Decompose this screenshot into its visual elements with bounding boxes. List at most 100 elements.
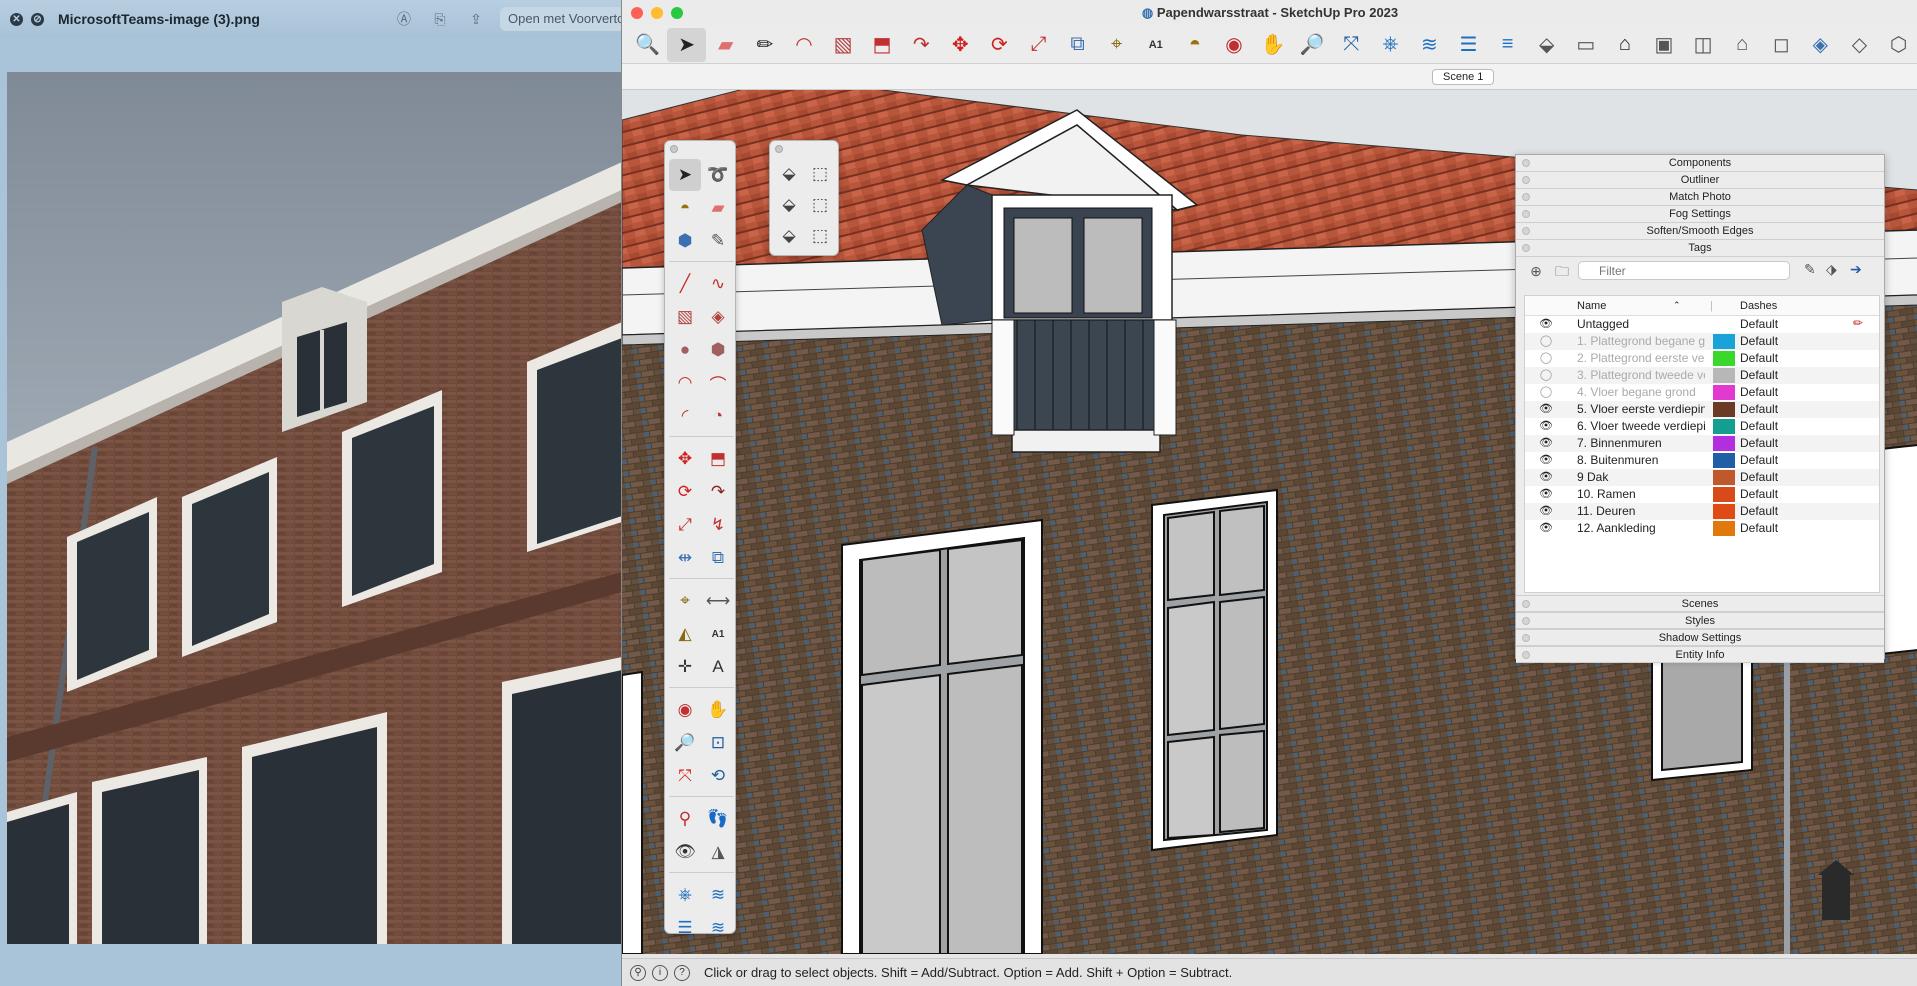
rotated-rect-icon[interactable]: ◈ <box>702 301 734 333</box>
tag-dashes[interactable]: Default <box>1740 521 1778 535</box>
layout-icon[interactable]: ☰ <box>1449 28 1488 62</box>
tags-filter-input[interactable] <box>1578 261 1790 280</box>
dashes-column-header[interactable]: Dashes <box>1740 300 1777 312</box>
back-view-icon[interactable]: ⌂ <box>1723 28 1762 62</box>
orbit-icon[interactable]: ◉ <box>669 694 701 726</box>
zoom-window-button[interactable] <box>671 7 683 19</box>
eye-hidden-icon[interactable]: ◯ <box>1539 352 1553 364</box>
tape-measure-icon[interactable]: ⌖ <box>1097 28 1136 62</box>
search-icon[interactable]: 🔍 <box>628 28 667 62</box>
back-edges-icon[interactable]: ◇ <box>1840 28 1879 62</box>
pan-icon[interactable]: ✋ <box>702 694 734 726</box>
push-pull-icon[interactable]: ⬒ <box>863 28 902 62</box>
zoom-extents-icon[interactable]: ⤧ <box>1332 28 1371 62</box>
circle-icon[interactable]: ● <box>669 334 701 366</box>
eraser-icon[interactable]: ▰ <box>702 192 734 224</box>
palette-close-icon[interactable] <box>670 145 678 153</box>
panel-collapse-icon[interactable] <box>1522 600 1530 608</box>
eye-hidden-icon[interactable]: ◯ <box>1539 386 1553 398</box>
tray-panel-components[interactable]: Components <box>1516 155 1884 172</box>
tag-name[interactable]: 3. Plattegrond tweede verdieping <box>1577 368 1705 382</box>
layout-icon[interactable]: ☰ <box>669 912 701 944</box>
tag-name[interactable]: 8. Buitenmuren <box>1577 453 1705 467</box>
info-icon[interactable]: i <box>652 964 668 981</box>
tag-dashes[interactable]: Default <box>1740 368 1778 382</box>
top-view-icon[interactable]: ⬚ <box>805 159 835 189</box>
close-icon[interactable]: ✕ <box>10 12 23 26</box>
wireframe-icon[interactable]: ⬡ <box>1879 28 1917 62</box>
open-with-preview-button[interactable]: Open met Voorvertoning <box>500 7 630 31</box>
tag-color-swatch[interactable] <box>1713 436 1735 451</box>
sort-chevron-icon[interactable]: ⌃ <box>1673 300 1681 311</box>
front-view-icon[interactable]: ⬙ <box>774 190 804 220</box>
name-column-header[interactable]: Name <box>1577 300 1606 312</box>
extension-icon[interactable]: ≋ <box>1410 28 1449 62</box>
eye-open-icon[interactable]: 👁 <box>1539 505 1553 517</box>
palette-close-icon[interactable] <box>775 145 783 153</box>
tag-row[interactable]: 👁 8. Buitenmuren Default <box>1525 452 1879 469</box>
tag-name[interactable]: 12. Aankleding <box>1577 521 1705 535</box>
panel-collapse-icon[interactable] <box>1522 210 1530 218</box>
eye-open-icon[interactable]: 👁 <box>1539 318 1553 330</box>
panel-collapse-icon[interactable] <box>1522 227 1530 235</box>
tag-dashes[interactable]: Default <box>1740 385 1778 399</box>
iso-view-icon[interactable]: ⬙ <box>1527 28 1566 62</box>
tag-color-swatch[interactable] <box>1713 334 1735 349</box>
tag-color-swatch[interactable] <box>1713 402 1735 417</box>
pencil-icon[interactable]: ✏ <box>745 28 784 62</box>
home-icon[interactable]: ⌂ <box>1605 28 1644 62</box>
tag-dashes[interactable]: Default <box>1740 453 1778 467</box>
tag-color-swatch[interactable] <box>1713 470 1735 485</box>
minimize-icon[interactable]: ⊘ <box>31 12 44 26</box>
eye-open-icon[interactable]: 👁 <box>1539 488 1553 500</box>
eye-hidden-icon[interactable]: ◯ <box>1539 369 1553 381</box>
section-plane-icon[interactable]: ◮ <box>702 836 734 868</box>
paint-bucket-icon[interactable]: ◓ <box>1175 28 1214 62</box>
tag-row[interactable]: 👁 6. Vloer tweede verdieping Default <box>1525 418 1879 435</box>
tag-row[interactable]: 👁 11. Deuren Default <box>1525 503 1879 520</box>
tag-name[interactable]: 7. Binnenmuren <box>1577 436 1705 450</box>
tag-dashes[interactable]: Default <box>1740 436 1778 450</box>
axes-icon[interactable]: ✛ <box>669 651 701 683</box>
paint-bucket-icon[interactable]: ◓ <box>669 192 701 224</box>
push-pull-icon[interactable]: ⬒ <box>702 443 734 475</box>
scene-tab[interactable]: Scene 1 <box>1432 69 1495 85</box>
right-view-icon[interactable]: ⬚ <box>805 190 835 220</box>
tag-name[interactable]: 6. Vloer tweede verdieping <box>1577 419 1705 433</box>
top-view-icon[interactable]: ▭ <box>1566 28 1605 62</box>
rotate-icon[interactable]: ⎘ <box>432 11 448 27</box>
tag-row[interactable]: 👁 Untagged Default ✏ <box>1525 316 1879 333</box>
tag-dashes[interactable]: Default <box>1740 351 1778 365</box>
panel-collapse-icon[interactable] <box>1522 617 1530 625</box>
eye-open-icon[interactable]: 👁 <box>1539 437 1553 449</box>
tag-tool-icon[interactable]: ✎ <box>702 225 734 257</box>
front-view-icon[interactable]: ▣ <box>1644 28 1683 62</box>
left-view-icon[interactable]: ⬚ <box>805 221 835 251</box>
minimize-window-button[interactable] <box>651 7 663 19</box>
add-folder-icon[interactable]: 🗀 <box>1552 261 1572 281</box>
eye-open-icon[interactable]: 👁 <box>1539 454 1553 466</box>
tag-dashes[interactable]: Default <box>1740 487 1778 501</box>
dimension-icon[interactable]: ⟷ <box>702 585 734 617</box>
xray-icon[interactable]: ◈ <box>1801 28 1840 62</box>
tag-color-swatch[interactable] <box>1713 453 1735 468</box>
tag-row[interactable]: 👁 10. Ramen Default <box>1525 486 1879 503</box>
scale-icon[interactable]: ⤢ <box>1019 28 1058 62</box>
follow-me-icon[interactable]: ↷ <box>702 476 734 508</box>
share-icon[interactable]: ⇪ <box>468 11 484 27</box>
tag-dashes[interactable]: Default <box>1740 470 1778 484</box>
tag-row[interactable]: 👁 5. Vloer eerste verdieping Default <box>1525 401 1879 418</box>
move-icon[interactable]: ✥ <box>669 443 701 475</box>
tag-color-swatch[interactable] <box>1713 487 1735 502</box>
help-icon[interactable]: ? <box>674 964 690 981</box>
tag-name[interactable]: 9 Dak <box>1577 470 1705 484</box>
zoom-icon[interactable]: 🔎 <box>669 727 701 759</box>
lasso-icon[interactable]: ➰ <box>702 159 734 191</box>
two-point-arc-icon[interactable]: ⌒ <box>702 367 734 399</box>
panel-collapse-icon[interactable] <box>1522 651 1530 659</box>
warehouse-icon[interactable]: ⎈ <box>1371 28 1410 62</box>
tray-panel-scenes[interactable]: Scenes <box>1516 595 1884 612</box>
eye-open-icon[interactable]: 👁 <box>1539 471 1553 483</box>
model-viewport[interactable]: ➤ ➰ ◓ ▰ ⬢ ✎ ╱ ∿ ▧ ◈ ● ⬢ ◠ ⌒ ◜ ◔ ✥ ⬒ ⟳ ↷ ⤢ ↯ ⇹ ⧉ ⌖ ⟷ ◭ A1 ✛ A ◉ ✋ 🔎 ⊡ ⤧ ⟲ ⚲ 👣 👁… <box>622 90 1917 954</box>
follow-me-icon[interactable]: ↷ <box>902 28 941 62</box>
